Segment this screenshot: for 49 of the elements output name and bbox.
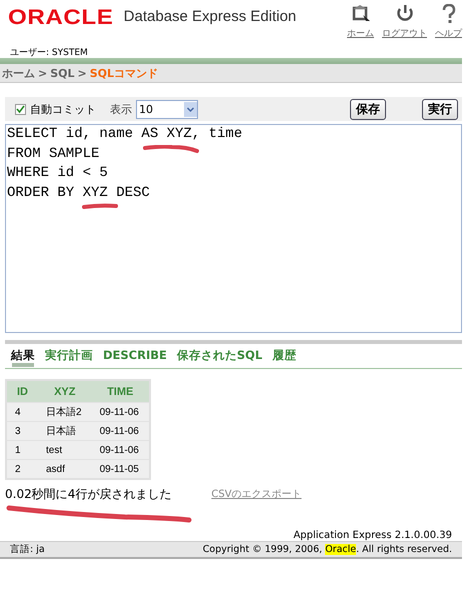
- table-cell: 日本語: [38, 422, 92, 440]
- export-link[interactable]: CSVのエクスポート: [211, 487, 302, 501]
- breadcrumb-link[interactable]: SQL: [50, 66, 75, 80]
- table-cell: 09-11-06: [92, 402, 150, 422]
- checkbox[interactable]: [15, 104, 26, 114]
- copyright-text: Copyright © 1999, 2006, Oracle. All rights reserved.: [202, 544, 452, 555]
- table-cell: 09-11-06: [92, 422, 150, 440]
- code-line: ORDER BY XYZ DESC: [7, 184, 150, 202]
- display-label: 表示: [110, 102, 132, 116]
- table-cell: asdf: [38, 460, 92, 479]
- monitor-icon: [350, 4, 370, 24]
- column-header: XYZ: [38, 380, 92, 402]
- table-cell: 1: [6, 440, 38, 460]
- checkbox-label: 自動コミット: [30, 102, 96, 116]
- table-cell: 3: [6, 422, 38, 440]
- oracle-logo: ORACLE: [8, 6, 114, 30]
- toolbar-button[interactable]: 実行: [422, 98, 458, 120]
- breadcrumb-separator: >: [38, 66, 48, 80]
- table-cell: 09-11-05: [92, 460, 150, 479]
- header-link[interactable]: ヘルプ: [435, 4, 462, 40]
- user-label: ユーザー: SYSTEM: [9, 47, 89, 58]
- marker-underline: [142, 145, 200, 154]
- result-tab[interactable]: 保存されたSQL: [176, 348, 262, 363]
- header-link[interactable]: ホーム: [347, 4, 374, 40]
- column-header: ID: [6, 380, 38, 402]
- code-line: SELECT id, name AS XYZ, time: [7, 125, 242, 144]
- result-tab[interactable]: 履歴: [272, 348, 296, 363]
- column-header: TIME: [92, 380, 150, 402]
- table-cell: 09-11-06: [92, 440, 150, 460]
- result-message: 0.02秒間に4行が戻されました: [5, 486, 172, 502]
- table-cell: 日本語2: [38, 402, 92, 422]
- power-icon: [394, 4, 414, 24]
- version-label: Application Express 2.1.0.00.39: [292, 530, 453, 541]
- header-link[interactable]: ログアウト: [382, 4, 427, 40]
- toolbar-button[interactable]: 保存: [350, 98, 386, 120]
- product-title: Database Express Edition: [124, 8, 296, 25]
- sql-editor[interactable]: SELECT id, name AS XYZ, time FROM SAMPLE WHERE id < 5 ORDER BY XYZ DESC: [5, 124, 462, 333]
- language-label: 言語: ja: [10, 543, 45, 556]
- table-cell: test: [38, 440, 92, 460]
- code-line: WHERE id < 5: [7, 164, 108, 183]
- result-tab[interactable]: 実行計画: [45, 348, 93, 363]
- table-cell: 4: [6, 402, 38, 422]
- table-cell: 2: [6, 460, 38, 479]
- rows-dropdown[interactable]: 10: [136, 100, 198, 118]
- code-line: FROM SAMPLE: [7, 144, 100, 164]
- breadcrumb-link[interactable]: ホーム: [2, 66, 35, 80]
- result-tab[interactable]: DESCRIBE: [103, 348, 167, 363]
- breadcrumb-separator: >: [78, 66, 87, 80]
- marker-underline: [81, 203, 119, 210]
